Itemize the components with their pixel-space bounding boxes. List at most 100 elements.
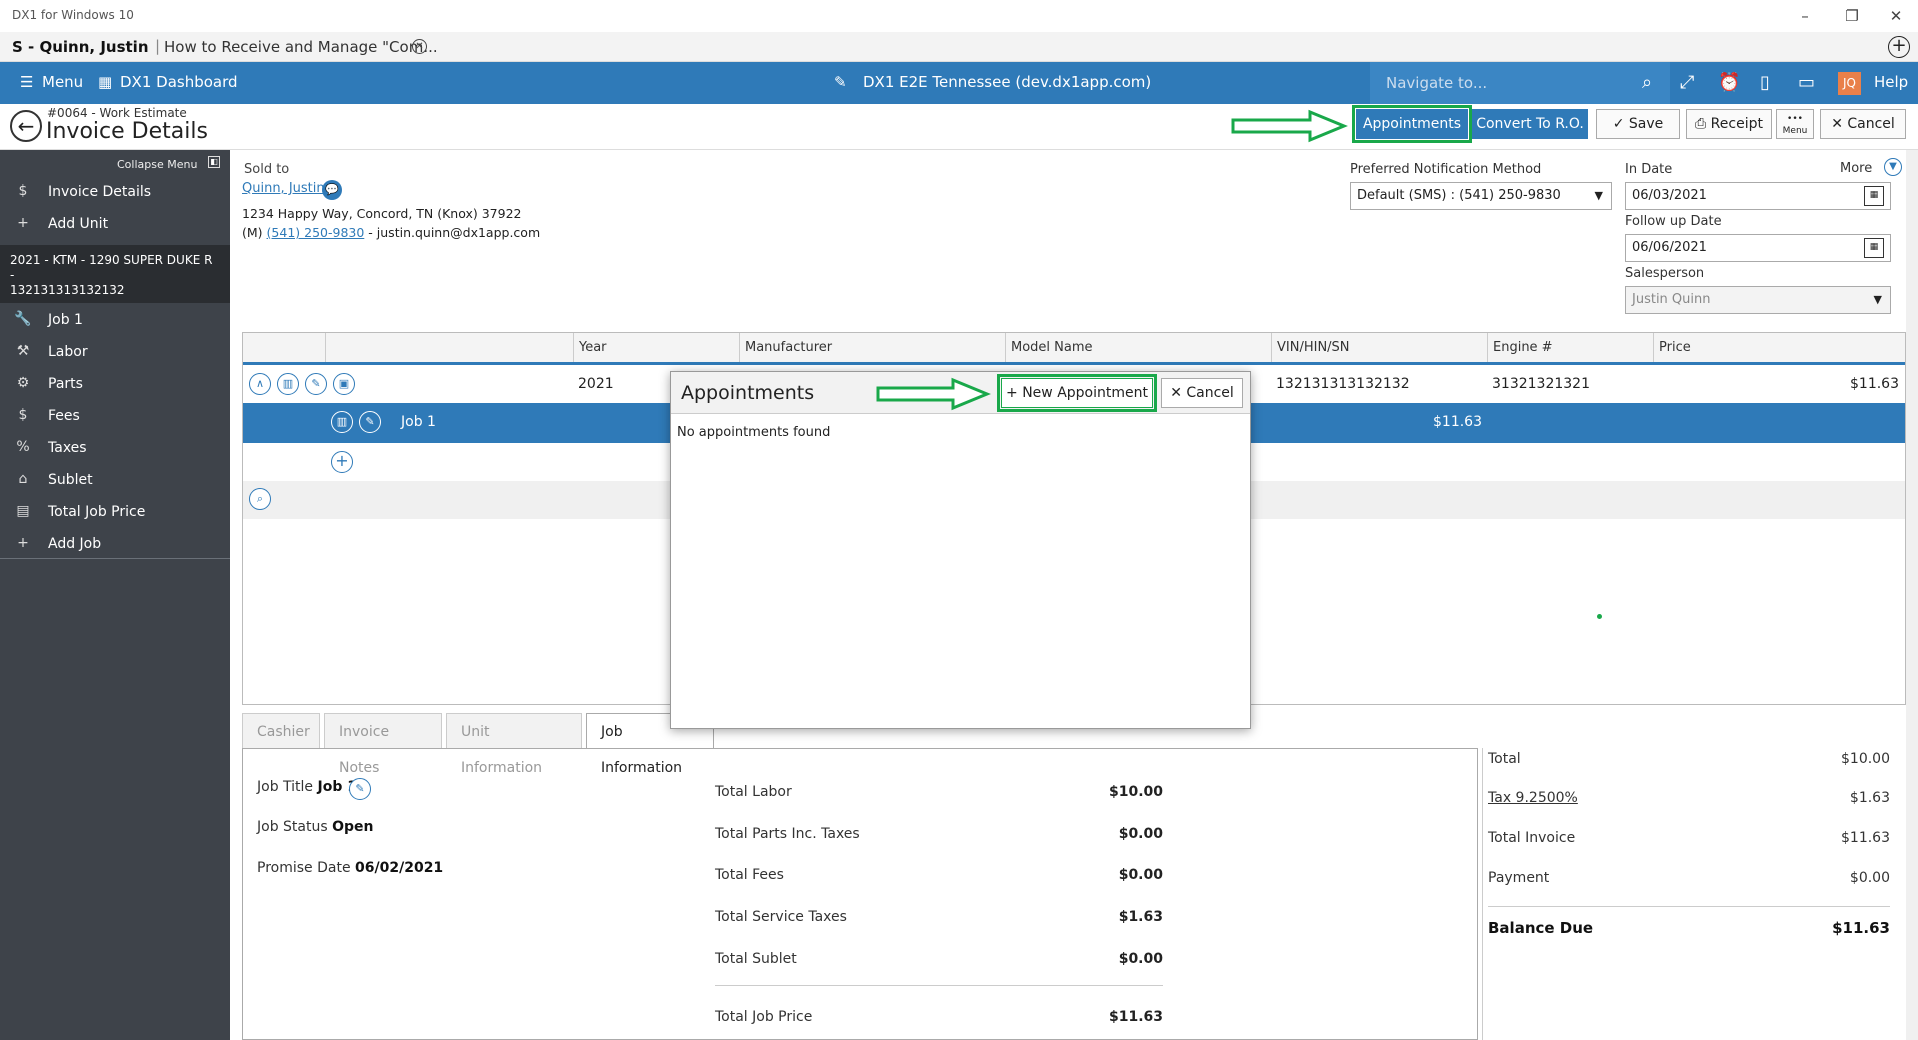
new-tab-icon[interactable]: +: [1888, 36, 1910, 58]
trash-icon[interactable]: ▥: [277, 373, 299, 395]
back-arrow-icon[interactable]: ←: [10, 110, 42, 142]
message-icon[interactable]: 💬: [322, 180, 342, 200]
dashboard-link[interactable]: DX1 Dashboard: [120, 73, 238, 91]
divider: [1488, 906, 1890, 907]
payment-value: $0.00: [1849, 870, 1890, 886]
collapse-menu-link[interactable]: Collapse Menu: [117, 158, 197, 171]
tax-rate-link[interactable]: Tax 9.2500%: [1488, 790, 1578, 806]
job-title-label: Job Title: [257, 779, 314, 795]
grid-header-price[interactable]: Price: [1653, 333, 1907, 362]
job-information-pane: Job Title Job 1 ✎ Job Status Open Promis…: [242, 748, 1478, 1040]
in-date-input[interactable]: 06/03/2021 ▦: [1625, 182, 1891, 210]
calendar-icon[interactable]: ▦: [1864, 238, 1884, 258]
plus-icon: +: [17, 535, 29, 551]
grid-header-model[interactable]: Model Name: [1005, 333, 1271, 362]
tab-unit-information[interactable]: Unit Information: [446, 713, 582, 776]
navigate-placeholder: Navigate to...: [1386, 74, 1488, 92]
sidebar-unit[interactable]: 2021 - KTM - 1290 SUPER DUKE R - 1321313…: [0, 245, 230, 303]
chat-icon[interactable]: ▭: [1798, 72, 1815, 93]
tab-close-icon[interactable]: ✕: [412, 39, 427, 54]
tab-cashier[interactable]: Cashier: [242, 713, 320, 749]
customer-name-link[interactable]: Quinn, Justin: [242, 181, 325, 196]
sidebar-item-job-1[interactable]: 🔧 Job 1: [0, 306, 230, 336]
grid-header-manufacturer[interactable]: Manufacturer: [739, 333, 1005, 362]
scrollbar[interactable]: [1906, 150, 1918, 1040]
help-link[interactable]: Help: [1874, 73, 1908, 91]
session-user[interactable]: S - Quinn, Justin: [12, 38, 149, 56]
collapse-up-icon[interactable]: ∧: [249, 373, 271, 395]
image-icon[interactable]: ▣: [333, 373, 355, 395]
sidebar-item-labor[interactable]: ⚒ Labor: [0, 338, 230, 368]
sidebar-item-sublet[interactable]: ⌂ Sublet: [0, 466, 230, 496]
pencil-icon[interactable]: ✎: [834, 73, 847, 91]
sidebar-item-taxes[interactable]: % Taxes: [0, 434, 230, 464]
restore-icon[interactable]: ❐: [1832, 4, 1872, 28]
percent-icon: %: [16, 439, 30, 455]
salesperson-value: Justin Quinn: [1632, 292, 1711, 307]
receipt-button[interactable]: ⎙ Receipt: [1686, 109, 1772, 139]
sidebar-item-invoice-details[interactable]: $ Invoice Details: [0, 178, 230, 208]
cancel-label: Cancel: [1847, 116, 1895, 132]
tab-invoice-notes[interactable]: Invoice Notes: [324, 713, 442, 776]
balance-due-value: $11.63: [1832, 919, 1890, 937]
menu-link[interactable]: Menu: [42, 73, 83, 91]
promise-date-label: Promise Date: [257, 860, 351, 876]
sidebar-item-add-job[interactable]: + Add Job: [0, 530, 230, 560]
grid-header-vin[interactable]: VIN/HIN/SN: [1271, 333, 1487, 362]
more-link[interactable]: More: [1840, 161, 1872, 176]
trash-icon[interactable]: ▥: [331, 411, 353, 433]
phone-link[interactable]: (541) 250-9830: [267, 225, 365, 240]
sold-to-label: Sold to: [244, 162, 290, 177]
salesperson-select[interactable]: Justin Quinn ▼: [1625, 286, 1891, 314]
total-label: Total: [1488, 751, 1521, 767]
alarm-icon[interactable]: ⏰: [1718, 72, 1740, 93]
hamburger-icon[interactable]: ☰: [20, 73, 33, 91]
calendar-icon[interactable]: ▦: [1864, 186, 1884, 206]
add-circle-icon[interactable]: +: [331, 451, 353, 473]
close-icon[interactable]: ✕: [1876, 4, 1916, 28]
cancel-button[interactable]: ✕ Cancel: [1820, 109, 1906, 139]
sidebar-item-label: Invoice Details: [48, 184, 152, 200]
notification-select[interactable]: Default (SMS) : (541) 250-9830 ▼: [1350, 182, 1612, 210]
dialog-header: Appointments + New Appointment ✕ Cancel: [671, 372, 1250, 414]
convert-to-ro-button[interactable]: Convert To R.O.: [1472, 109, 1588, 139]
follow-up-input[interactable]: 06/06/2021 ▦: [1625, 234, 1891, 262]
fullscreen-icon[interactable]: ⤢: [1680, 72, 1694, 93]
unit-vin: 132131313132132: [1276, 376, 1410, 392]
phone-icon[interactable]: ▯: [1760, 72, 1770, 93]
sidebar-item-add-unit[interactable]: + Add Unit: [0, 210, 230, 240]
navigate-input[interactable]: Navigate to...: [1370, 62, 1670, 104]
grid-header-engine[interactable]: Engine #: [1487, 333, 1653, 362]
search-icon[interactable]: ⌕: [249, 488, 271, 510]
unit-year: 2021: [578, 376, 614, 392]
edit-icon[interactable]: ✎: [359, 411, 381, 433]
total-parts-label: Total Parts Inc. Taxes: [715, 826, 860, 842]
tab-separator: |: [155, 37, 161, 55]
total-sublet-value: $0.00: [1118, 951, 1163, 967]
edit-icon[interactable]: ✎: [305, 373, 327, 395]
collapse-icon[interactable]: ◧: [208, 156, 220, 168]
session-tab-bar: S - Quinn, Justin | How to Receive and M…: [0, 32, 1918, 62]
expand-more-icon[interactable]: ▼: [1884, 158, 1902, 176]
more-menu-button[interactable]: ••• Menu: [1776, 109, 1814, 139]
appointments-button[interactable]: Appointments: [1352, 105, 1472, 143]
sidebar-item-total-job-price[interactable]: ▤ Total Job Price: [0, 498, 230, 528]
window-title: DX1 for Windows 10: [12, 8, 134, 22]
new-appointment-button[interactable]: + New Appointment: [997, 374, 1157, 412]
empty-state: No appointments found: [677, 425, 831, 440]
dialog-cancel-button[interactable]: ✕ Cancel: [1161, 378, 1243, 408]
dashboard-icon[interactable]: ▦: [98, 73, 112, 91]
sidebar-item-label: Fees: [48, 408, 80, 424]
edit-icon[interactable]: ✎: [349, 778, 371, 800]
notification-value: Default (SMS) : (541) 250-9830: [1357, 188, 1561, 203]
minimize-icon[interactable]: –: [1785, 4, 1825, 28]
tab-document[interactable]: How to Receive and Manage "Com...: [164, 38, 438, 56]
search-icon[interactable]: ⌕: [1642, 72, 1652, 93]
total-labor-value: $10.00: [1108, 784, 1163, 800]
grid-header-year[interactable]: Year: [573, 333, 739, 362]
avatar[interactable]: JQ: [1838, 72, 1861, 95]
sidebar-item-parts[interactable]: ⚙ Parts: [0, 370, 230, 400]
sidebar-item-fees[interactable]: $ Fees: [0, 402, 230, 432]
sidebar-item-label: Sublet: [48, 472, 93, 488]
save-button[interactable]: ✓ Save: [1596, 109, 1680, 139]
